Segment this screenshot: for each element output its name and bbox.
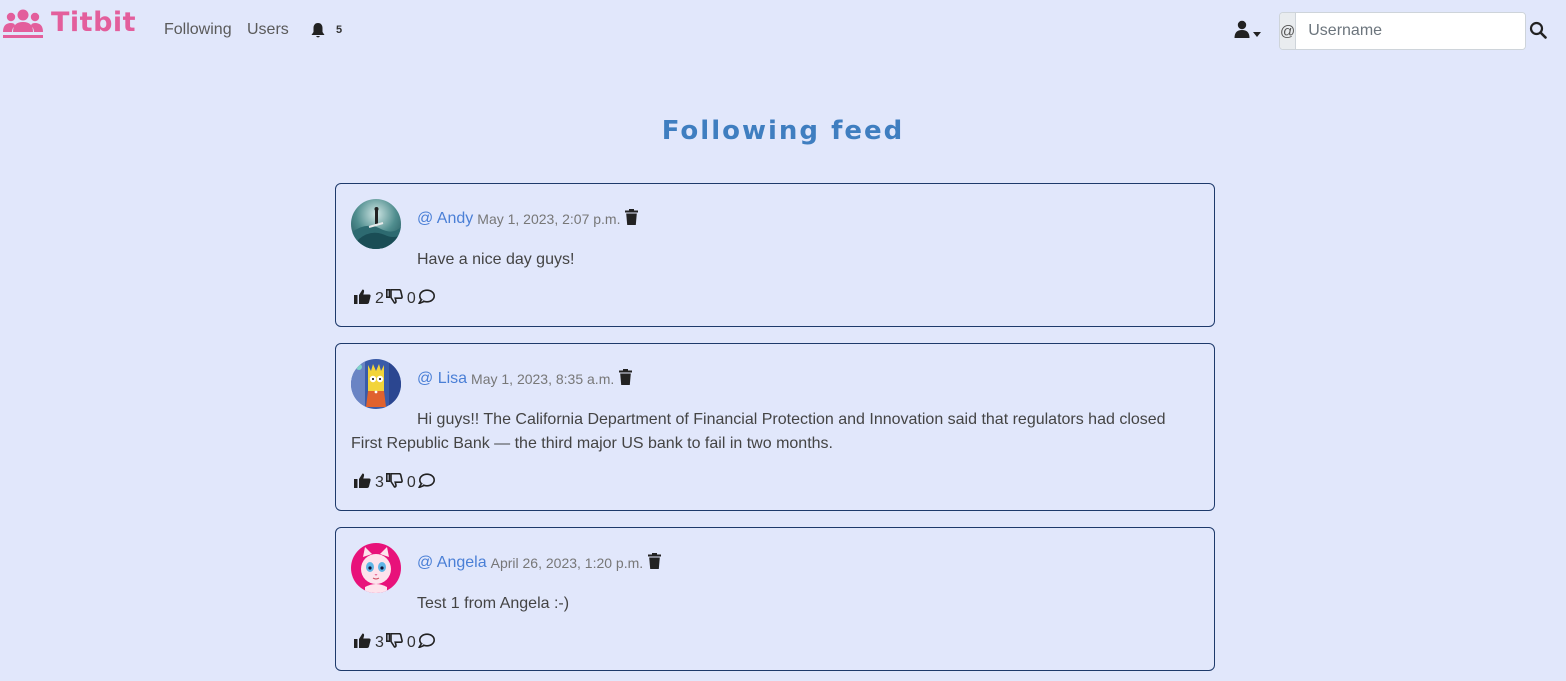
brand-name: Titbit [51, 7, 137, 38]
like-count: 2 [375, 290, 384, 307]
dislike-button[interactable]: 0 [385, 632, 418, 653]
search-icon [1529, 21, 1547, 42]
caret-down-icon [1253, 22, 1261, 41]
thumbs-up-icon [354, 633, 371, 653]
notification-count-badge: 5 [336, 24, 343, 36]
nav-following-link[interactable]: Following [164, 20, 232, 40]
thumbs-down-icon [385, 472, 403, 493]
trash-icon[interactable] [619, 369, 633, 389]
post-username-link[interactable]: @ Angela [417, 554, 487, 572]
post-header: @ Angela April 26, 2023, 1:20 p.m. [417, 553, 662, 573]
username-search-group: @ [1279, 12, 1526, 50]
surfer-avatar[interactable] [351, 199, 401, 249]
post-actions: 3 0 [354, 632, 435, 653]
dislike-count: 0 [406, 634, 416, 651]
comment-button[interactable] [418, 289, 435, 309]
post-timestamp: May 1, 2023, 8:35 a.m. [471, 371, 615, 387]
nav-users-link[interactable]: Users [247, 20, 289, 40]
comment-icon [418, 633, 435, 653]
post-text: Hi guys!! The California Department of F… [351, 411, 1166, 452]
user-icon [1234, 20, 1250, 42]
bell-icon[interactable] [310, 22, 326, 43]
post-username-link[interactable]: @ Andy [417, 210, 473, 228]
thumbs-down-icon [385, 288, 403, 309]
like-count: 3 [375, 634, 384, 651]
brand-logo-link[interactable]: Titbit [3, 6, 136, 40]
cat-avatar[interactable] [351, 543, 401, 593]
post-header: @ Andy May 1, 2023, 2:07 p.m. [417, 209, 639, 229]
thumbs-up-icon [354, 289, 371, 309]
post-card: @ Andy May 1, 2023, 2:07 p.m. Have a nic… [335, 183, 1215, 327]
post-username-link[interactable]: @ Lisa [417, 370, 467, 388]
comment-button[interactable] [418, 473, 435, 493]
like-count: 3 [375, 474, 384, 491]
like-button[interactable]: 2 [354, 289, 386, 309]
page-title: Following feed [661, 116, 905, 146]
comment-icon [418, 289, 435, 309]
post-text: Have a nice day guys! [417, 251, 575, 268]
search-button[interactable] [1529, 21, 1547, 42]
dislike-button[interactable]: 0 [385, 288, 418, 309]
thumbs-down-icon [385, 632, 403, 653]
like-button[interactable]: 3 [354, 473, 386, 493]
navbar: Titbit Following Users 5 @ [0, 0, 1566, 60]
users-group-icon [3, 7, 43, 39]
dislike-button[interactable]: 0 [385, 472, 418, 493]
trash-icon[interactable] [648, 553, 662, 573]
post-text: Test 1 from Angela :-) [417, 595, 570, 612]
post-header: @ Lisa May 1, 2023, 8:35 a.m. [417, 369, 633, 389]
post-timestamp: May 1, 2023, 2:07 p.m. [477, 211, 621, 227]
post-actions: 2 0 [354, 288, 435, 309]
dislike-count: 0 [406, 290, 416, 307]
comment-button[interactable] [418, 633, 435, 653]
comment-icon [418, 473, 435, 493]
username-search-input[interactable] [1296, 13, 1525, 49]
post-card: @ Lisa May 1, 2023, 8:35 a.m. Hi guys!! … [335, 343, 1215, 511]
user-menu-dropdown[interactable] [1234, 20, 1261, 42]
like-button[interactable]: 3 [354, 633, 386, 653]
trash-icon[interactable] [625, 209, 639, 229]
cartoon-avatar[interactable] [351, 359, 401, 409]
at-prefix: @ [1280, 13, 1297, 49]
dislike-count: 0 [406, 474, 416, 491]
post-card: @ Angela April 26, 2023, 1:20 p.m. Test … [335, 527, 1215, 671]
post-timestamp: April 26, 2023, 1:20 p.m. [490, 555, 644, 571]
thumbs-up-icon [354, 473, 371, 493]
post-actions: 3 0 [354, 472, 435, 493]
